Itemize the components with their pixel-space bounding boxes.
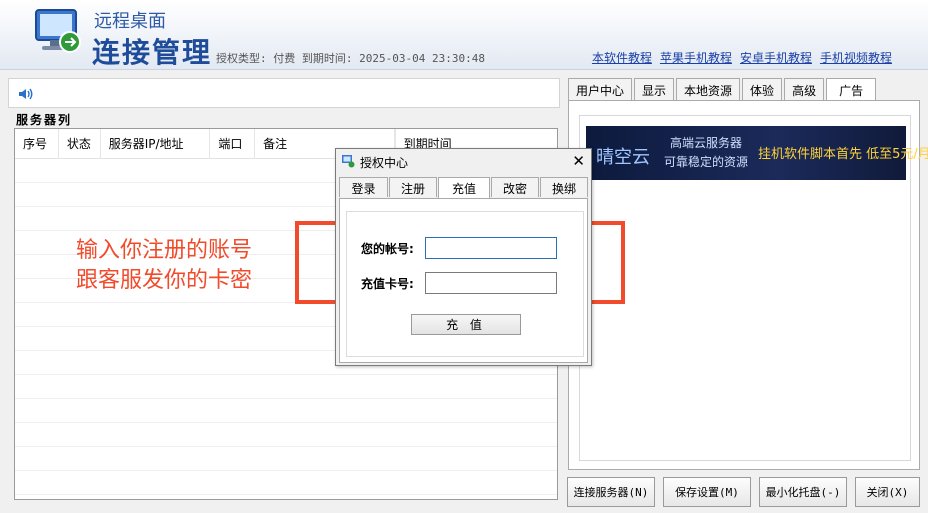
- tab-register[interactable]: 注册: [389, 177, 437, 197]
- tab-local-resources[interactable]: 本地资源: [676, 78, 741, 100]
- ad-promo: 挂机软件脚本首先 低至5元/月: [758, 147, 928, 162]
- link-software-tutorial[interactable]: 本软件教程: [592, 49, 652, 66]
- settings-tabs: 用户中心 显示 本地资源 体验 高级 广告: [568, 78, 878, 101]
- server-group-label: 服务器列: [16, 113, 73, 127]
- license-info: 授权类型: 付费 到期时间: 2025-03-04 23:30:48: [216, 52, 485, 65]
- col-port[interactable]: 端口: [210, 129, 256, 159]
- table-row[interactable]: [15, 471, 557, 495]
- recharge-panel: 您的帐号: 充值卡号: 充 值: [339, 198, 588, 363]
- tab-change-password[interactable]: 改密: [491, 177, 539, 197]
- remote-desktop-logo-icon: [35, 9, 81, 53]
- link-apple-tutorial[interactable]: 苹果手机教程: [660, 49, 732, 66]
- close-icon[interactable]: ✕: [572, 152, 585, 170]
- tab-recharge[interactable]: 充值: [438, 177, 490, 199]
- tutorial-links: 本软件教程 苹果手机教程 安卓手机教程 手机视频教程: [592, 49, 892, 66]
- remote-desktop-icon: [342, 155, 355, 168]
- recharge-form: 您的帐号: 充值卡号: 充 值: [346, 211, 584, 357]
- card-input[interactable]: [425, 272, 557, 294]
- tab-rebind[interactable]: 换绑: [540, 177, 588, 197]
- connect-server-button[interactable]: 连接服务器(N): [567, 477, 655, 507]
- tab-login[interactable]: 登录: [339, 177, 388, 197]
- save-settings-button[interactable]: 保存设置(M): [663, 477, 751, 507]
- table-row[interactable]: [15, 375, 557, 399]
- col-index[interactable]: 序号: [15, 129, 59, 159]
- tab-advanced[interactable]: 高级: [784, 78, 825, 100]
- dialog-tabs: 登录 注册 充值 改密 换绑: [339, 177, 589, 199]
- annotation-line-1: 输入你注册的账号: [76, 238, 253, 263]
- link-video-tutorial[interactable]: 手机视频教程: [820, 49, 892, 66]
- col-status[interactable]: 状态: [59, 129, 101, 159]
- account-input[interactable]: [425, 237, 557, 259]
- app-title: 连接管理: [92, 36, 213, 69]
- card-label: 充值卡号:: [361, 277, 414, 291]
- table-row[interactable]: [15, 447, 557, 471]
- col-server-address[interactable]: 服务器IP/地址: [101, 129, 211, 159]
- notice-bar: [8, 78, 560, 108]
- app-header: 远程桌面 连接管理 授权类型: 付费 到期时间: 2025-03-04 23:3…: [0, 0, 928, 70]
- close-button[interactable]: 关闭(X): [855, 477, 920, 507]
- minimize-tray-button[interactable]: 最小化托盘(-): [759, 477, 847, 507]
- annotation-line-2: 跟客服发你的卡密: [76, 268, 253, 293]
- tab-user-center[interactable]: 用户中心: [568, 78, 633, 100]
- tab-experience[interactable]: 体验: [742, 78, 783, 100]
- auth-dialog: 授权中心 ✕ 登录 注册 充值 改密 换绑 您的帐号: 充值卡号: 充 值: [335, 148, 592, 366]
- ads-panel-inner: 晴空云 高端云服务器 可靠稳定的资源 挂机软件脚本首先 低至5元/月: [579, 115, 928, 461]
- ad-brand: 晴空云: [596, 147, 650, 168]
- table-row[interactable]: [15, 399, 557, 423]
- action-buttons: 连接服务器(N) 保存设置(M) 最小化托盘(-) 关闭(X): [567, 477, 920, 507]
- app-subtitle: 远程桌面: [94, 11, 166, 32]
- tab-ads[interactable]: 广告: [826, 78, 877, 101]
- ad-line-2: 可靠稳定的资源: [664, 155, 749, 169]
- link-android-tutorial[interactable]: 安卓手机教程: [740, 49, 812, 66]
- ad-banner[interactable]: 晴空云 高端云服务器 可靠稳定的资源 挂机软件脚本首先 低至5元/月: [586, 126, 928, 180]
- account-label: 您的帐号:: [361, 242, 414, 256]
- table-row[interactable]: [15, 423, 557, 447]
- tab-display[interactable]: 显示: [634, 78, 675, 100]
- annotation-text: 输入你注册的账号 跟客服发你的卡密: [76, 236, 252, 296]
- dialog-title: 授权中心: [360, 156, 409, 170]
- speaker-icon[interactable]: [17, 86, 33, 102]
- recharge-button[interactable]: 充 值: [411, 314, 521, 335]
- ad-line-1: 高端云服务器: [670, 136, 743, 150]
